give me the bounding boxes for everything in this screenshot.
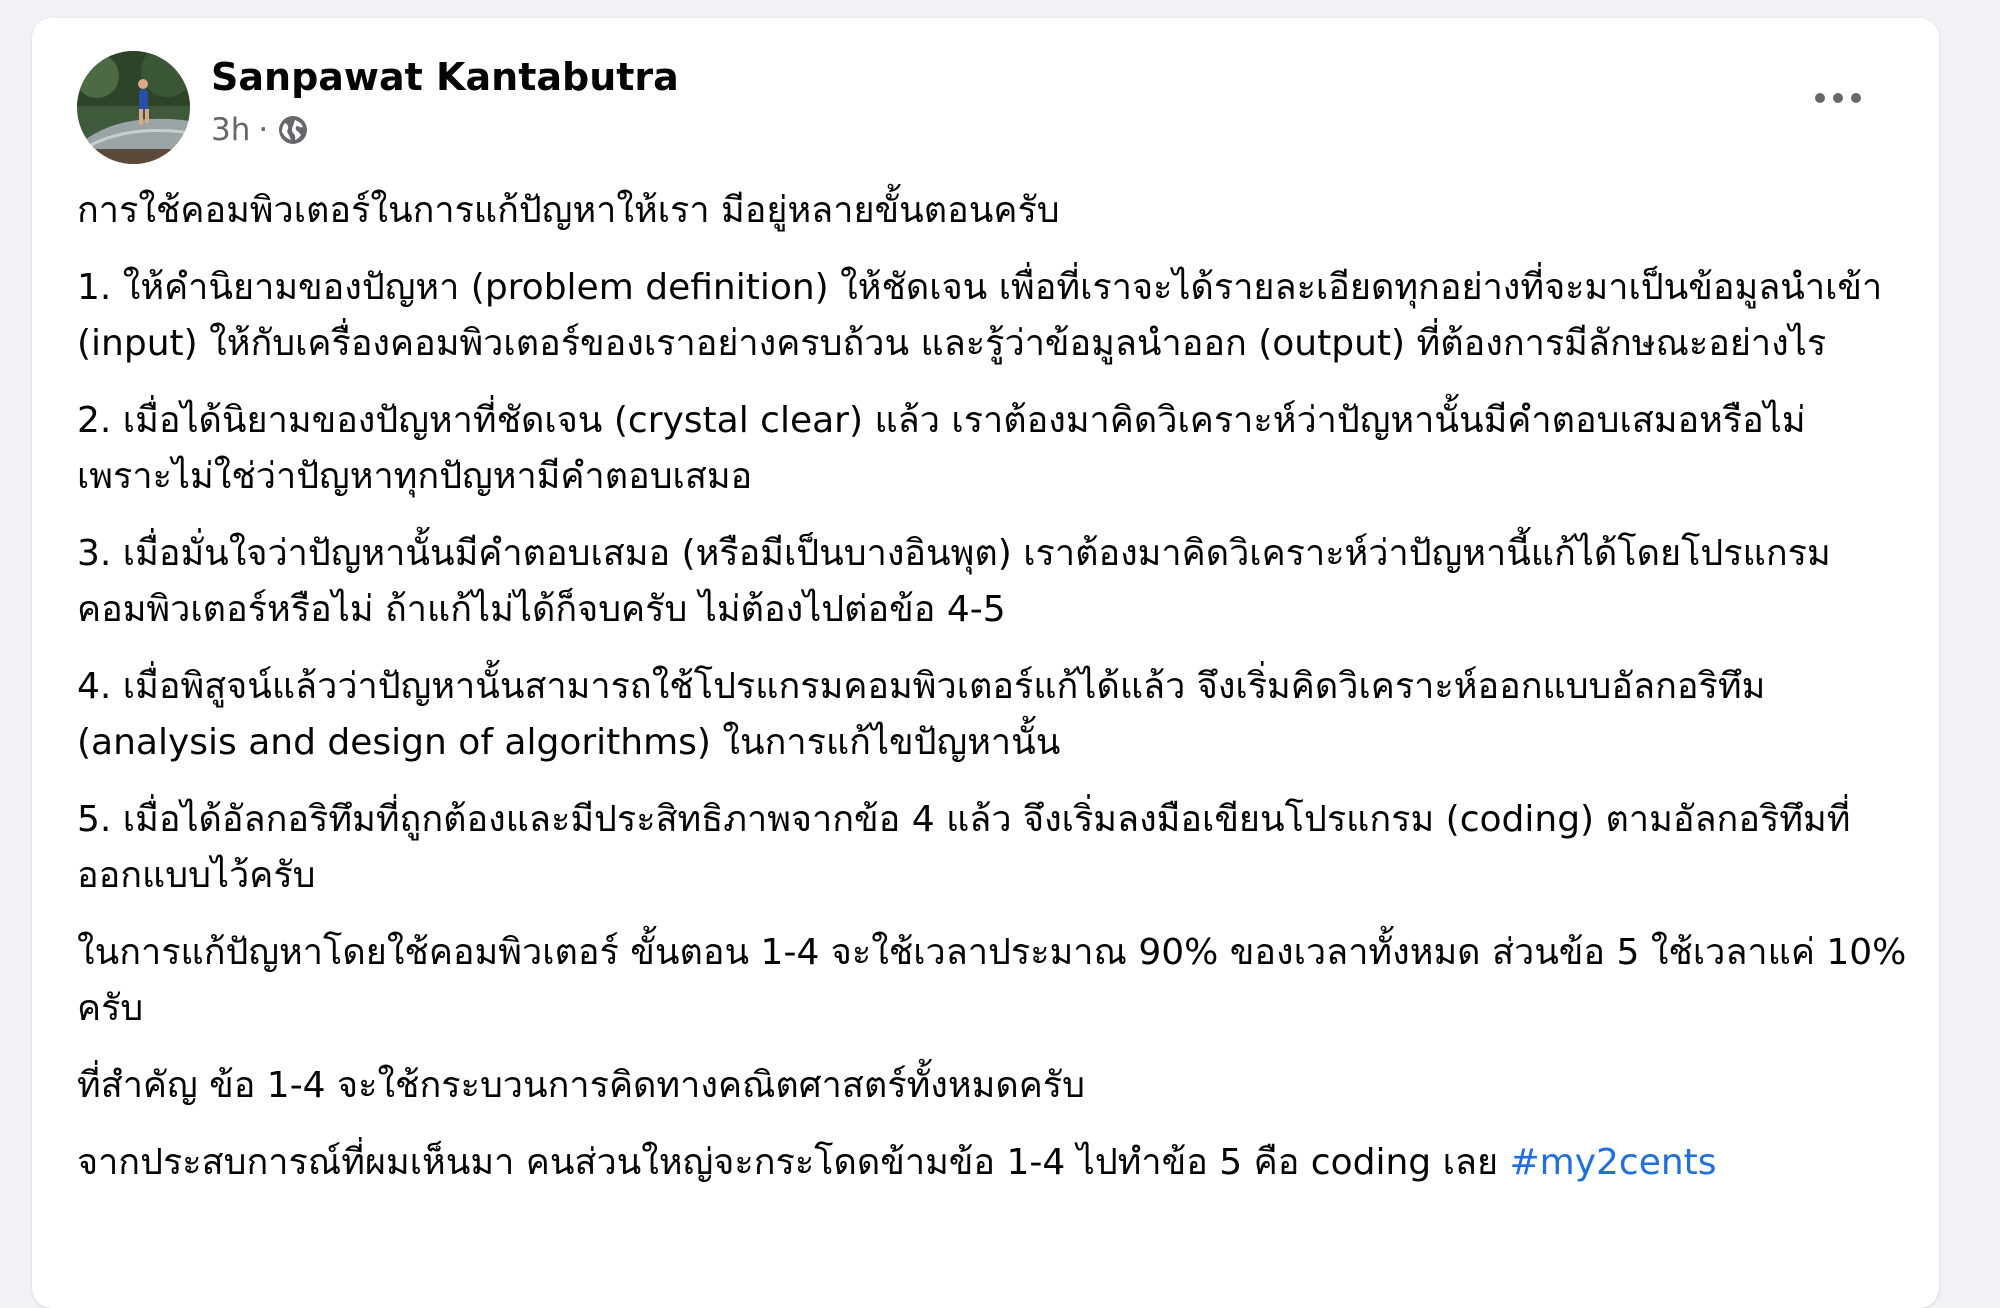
post-card: Sanpawat Kantabutra 3h · การใช้คอมพิวเตอ…	[32, 18, 1939, 1308]
post-paragraph: 2. เมื่อได้นิยามของปัญหาที่ชัดเจน (cryst…	[77, 400, 1806, 497]
hashtag-link[interactable]: #my2cents	[1509, 1142, 1716, 1183]
author-avatar[interactable]	[77, 51, 190, 164]
meta-separator: ·	[258, 112, 269, 148]
post-paragraph: การใช้คอมพิวเตอร์ในการแก้ปัญหาให้เรา มีอ…	[77, 190, 1060, 231]
post-paragraph: 1. ให้คำนิยามของปัญหา (problem definitio…	[77, 267, 1883, 364]
post-meta: 3h ·	[211, 112, 310, 148]
post-paragraph: ที่สำคัญ ข้อ 1-4 จะใช้กระบวนการคิดทางคณิ…	[77, 1065, 1085, 1106]
author-name[interactable]: Sanpawat Kantabutra	[211, 55, 679, 99]
post-paragraph-last: จากประสบการณ์ที่ผมเห็นมา คนส่วนใหญ่จะกระ…	[77, 1135, 1907, 1191]
post-paragraph: 4. เมื่อพิสูจน์แล้วว่าปัญหานั้นสามารถใช้…	[77, 666, 1766, 763]
post-timestamp[interactable]: 3h	[211, 112, 250, 148]
more-horizontal-icon	[1815, 93, 1861, 103]
globe-icon[interactable]	[276, 113, 310, 147]
more-options-button[interactable]	[1808, 78, 1868, 118]
post-paragraph: 5. เมื่อได้อัลกอริทึมที่ถูกต้องและมีประส…	[77, 799, 1851, 896]
post-paragraph: ในการแก้ปัญหาโดยใช้คอมพิวเตอร์ ขั้นตอน 1…	[77, 932, 1907, 1029]
post-paragraph-text: จากประสบการณ์ที่ผมเห็นมา คนส่วนใหญ่จะกระ…	[77, 1142, 1510, 1183]
post-paragraph: 3. เมื่อมั่นใจว่าปัญหานั้นมีคำตอบเสมอ (ห…	[77, 533, 1831, 630]
post-body: การใช้คอมพิวเตอร์ในการแก้ปัญหาให้เรา มีอ…	[77, 183, 1907, 1212]
avatar-photo-icon	[77, 51, 190, 164]
